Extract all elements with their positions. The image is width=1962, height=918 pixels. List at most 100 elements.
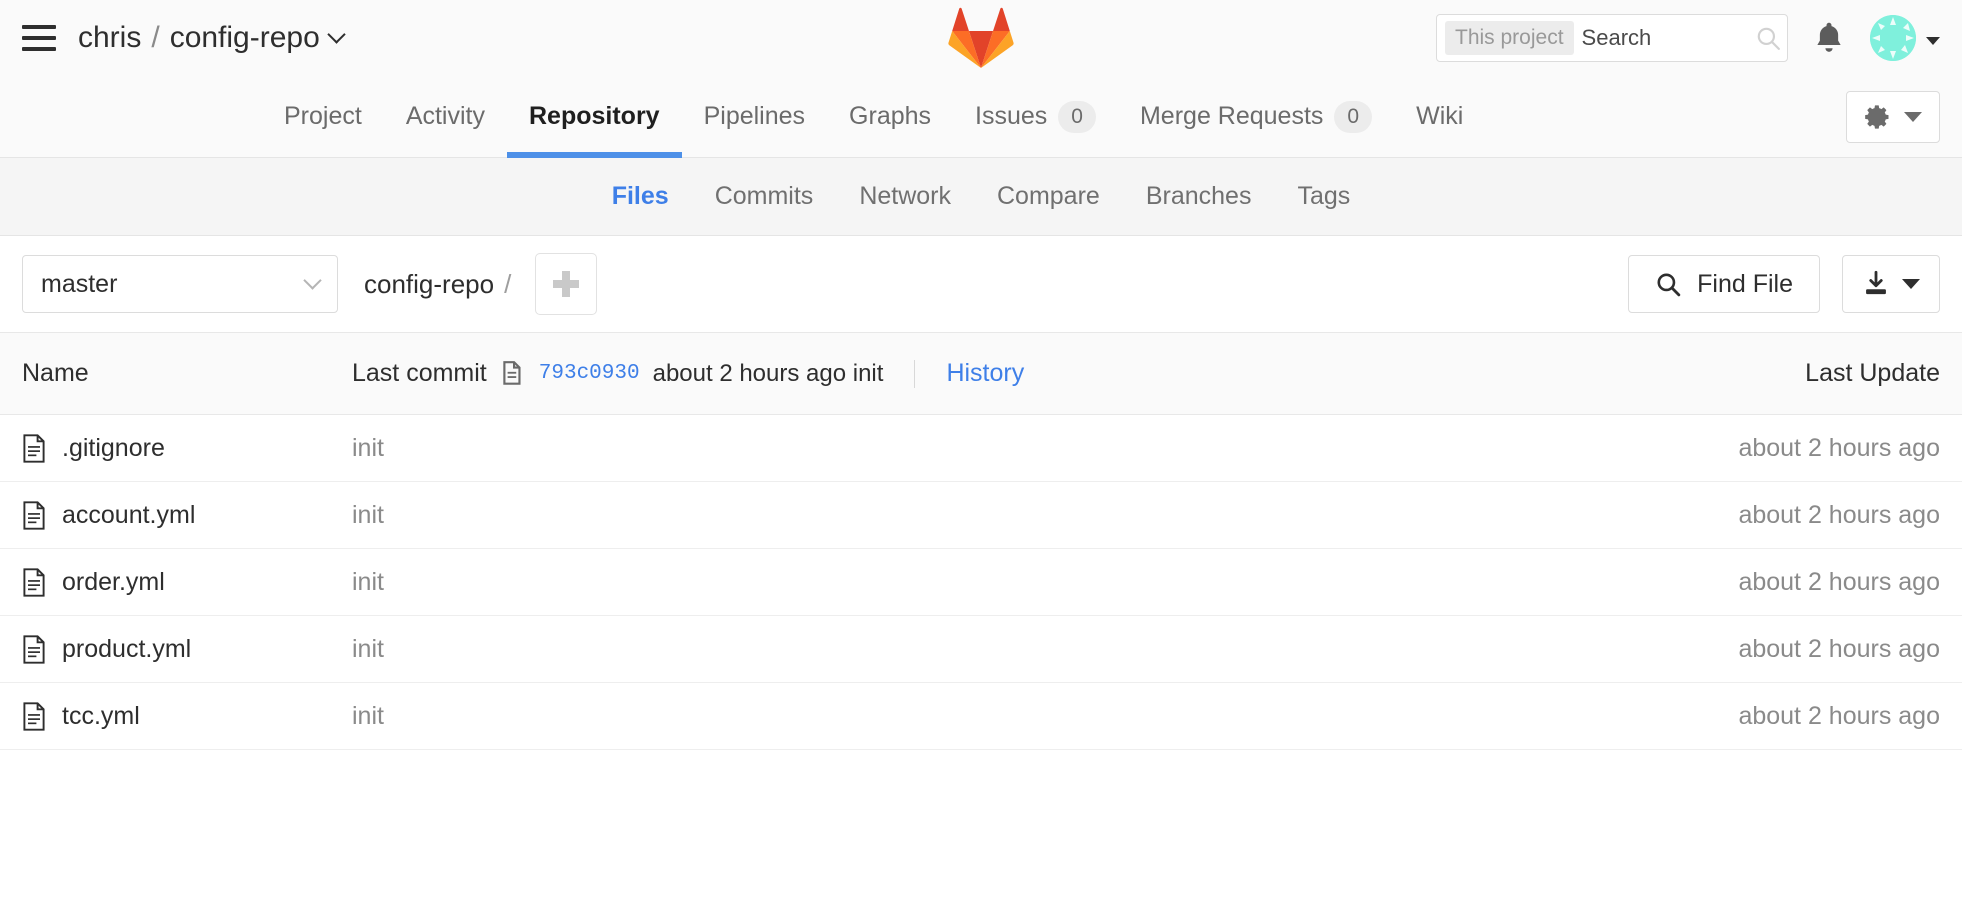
tab-label: Activity xyxy=(405,102,485,130)
subnav-item-commits[interactable]: Commits xyxy=(692,182,837,211)
file-cell[interactable]: account.yml xyxy=(22,501,352,530)
table-row[interactable]: order.yml init about 2 hours ago xyxy=(0,549,1962,616)
search-input[interactable]: Search xyxy=(1582,25,1747,51)
main-navigation: Project Activity Repository Pipelines Gr… xyxy=(0,76,1962,158)
find-file-button[interactable]: Find File xyxy=(1628,255,1820,313)
table-row[interactable]: .gitignore init about 2 hours ago xyxy=(0,415,1962,482)
file-document-icon xyxy=(23,567,45,597)
file-name-link[interactable]: order.yml xyxy=(62,568,165,597)
file-cell[interactable]: order.yml xyxy=(22,568,352,597)
tab-label: Wiki xyxy=(1416,102,1464,130)
tab-label: Issues xyxy=(975,102,1048,130)
user-menu[interactable] xyxy=(1870,15,1940,61)
tab-label: Merge Requests xyxy=(1139,102,1324,130)
column-header-last-commit: Last commit 793c0930 about 2 hours ago i… xyxy=(352,359,1540,388)
breadcrumb-separator: / xyxy=(504,268,512,299)
row-last-update: about 2 hours ago xyxy=(1738,567,1940,596)
tab-label: Graphs xyxy=(849,102,932,130)
vertical-divider xyxy=(914,359,916,388)
tab-graphs[interactable]: Graphs xyxy=(827,76,953,157)
gear-icon xyxy=(1865,104,1889,129)
tab-activity[interactable]: Activity xyxy=(384,76,507,157)
tab-issues[interactable]: Issues 0 xyxy=(953,76,1118,157)
user-avatar[interactable] xyxy=(1870,15,1916,61)
column-header-last-update: Last Update xyxy=(1805,359,1940,387)
file-name-link[interactable]: account.yml xyxy=(62,501,195,530)
issues-count-badge: 0 xyxy=(1058,100,1096,133)
file-name-link[interactable]: .gitignore xyxy=(62,434,165,463)
commit-time-and-message: about 2 hours ago init xyxy=(652,359,884,387)
history-link[interactable]: History xyxy=(946,359,1024,388)
commit-sha-link[interactable]: 793c0930 xyxy=(539,362,640,385)
add-to-tree-button[interactable] xyxy=(535,253,598,315)
search-scope-badge[interactable]: This project xyxy=(1445,21,1574,55)
row-last-update: about 2 hours ago xyxy=(1738,634,1940,663)
header-right-group: This project Search xyxy=(1436,14,1940,62)
row-commit-message[interactable]: init xyxy=(352,702,1540,731)
row-last-update: about 2 hours ago xyxy=(1738,500,1940,529)
copy-icon[interactable] xyxy=(500,360,526,388)
row-commit-message[interactable]: init xyxy=(352,635,1540,664)
branch-name-label: master xyxy=(41,269,118,298)
chevron-down-icon[interactable] xyxy=(327,24,346,44)
table-header-row: Name Last commit 793c0930 about 2 hours … xyxy=(0,333,1962,415)
project-breadcrumb-title[interactable]: chris / config-repo xyxy=(78,21,346,55)
caret-down-icon xyxy=(1904,111,1922,122)
row-commit-message[interactable]: init xyxy=(352,501,1540,530)
tab-pipelines[interactable]: Pipelines xyxy=(682,76,827,157)
file-name-link[interactable]: product.yml xyxy=(62,635,191,664)
row-commit-message[interactable]: init xyxy=(352,434,1540,463)
row-last-update: about 2 hours ago xyxy=(1738,701,1940,730)
top-header: chris / config-repo This project Search xyxy=(0,0,1962,76)
gitlab-logo-icon[interactable] xyxy=(948,6,1014,68)
row-commit-message[interactable]: init xyxy=(352,568,1540,597)
file-name-link[interactable]: tcc.yml xyxy=(62,702,140,731)
hamburger-menu-icon[interactable] xyxy=(22,23,56,53)
find-file-label: Find File xyxy=(1697,269,1793,298)
merge-requests-count-badge: 0 xyxy=(1334,100,1373,133)
bell-icon[interactable] xyxy=(1812,20,1846,56)
subnav-item-compare[interactable]: Compare xyxy=(974,182,1123,211)
column-header-name: Name xyxy=(22,359,89,387)
branch-selector[interactable]: master xyxy=(22,255,338,313)
tab-label: Pipelines xyxy=(703,102,806,130)
path-breadcrumb[interactable]: config-repo / xyxy=(364,269,511,300)
caret-down-icon[interactable] xyxy=(1926,37,1940,45)
file-cell[interactable]: .gitignore xyxy=(22,434,352,463)
repository-file-table: Name Last commit 793c0930 about 2 hours … xyxy=(0,332,1962,750)
tab-label: Repository xyxy=(529,102,660,130)
subnav-item-tags[interactable]: Tags xyxy=(1274,182,1373,211)
file-cell[interactable]: product.yml xyxy=(22,635,352,664)
subnav-item-branches[interactable]: Branches xyxy=(1123,182,1275,211)
file-cell[interactable]: tcc.yml xyxy=(22,702,352,731)
repository-subnav: Files Commits Network Compare Branches T… xyxy=(0,158,1962,236)
settings-button[interactable] xyxy=(1846,90,1940,143)
table-row[interactable]: account.yml init about 2 hours ago xyxy=(0,482,1962,549)
search-box[interactable]: This project Search xyxy=(1436,14,1788,62)
file-document-icon xyxy=(23,634,45,664)
search-icon xyxy=(1657,273,1681,297)
chevron-down-icon xyxy=(303,270,322,290)
table-row[interactable]: product.yml init about 2 hours ago xyxy=(0,616,1962,683)
tab-merge-requests[interactable]: Merge Requests 0 xyxy=(1118,76,1394,157)
subnav-item-files[interactable]: Files xyxy=(589,182,692,211)
namespace-label: chris xyxy=(78,21,142,54)
tab-repository[interactable]: Repository xyxy=(507,76,682,158)
caret-down-icon xyxy=(1902,279,1920,289)
repository-toolbar: master config-repo / Find File xyxy=(0,236,1962,332)
project-name-label: config-repo xyxy=(169,21,320,54)
table-row[interactable]: tcc.yml init about 2 hours ago xyxy=(0,683,1962,750)
download-button[interactable] xyxy=(1842,255,1940,313)
breadcrumb-root-label: config-repo xyxy=(364,268,495,299)
file-document-icon xyxy=(23,433,45,463)
search-icon[interactable] xyxy=(1755,25,1781,51)
tab-label: Project xyxy=(284,102,362,130)
tab-wiki[interactable]: Wiki xyxy=(1394,76,1485,157)
file-document-icon xyxy=(23,701,45,731)
download-icon xyxy=(1866,270,1886,295)
last-commit-label: Last commit xyxy=(352,359,487,387)
subnav-item-network[interactable]: Network xyxy=(836,182,974,211)
nav-tab-list: Project Activity Repository Pipelines Gr… xyxy=(262,76,1485,158)
tab-project[interactable]: Project xyxy=(262,76,384,157)
toolbar-actions: Find File xyxy=(1628,255,1940,313)
